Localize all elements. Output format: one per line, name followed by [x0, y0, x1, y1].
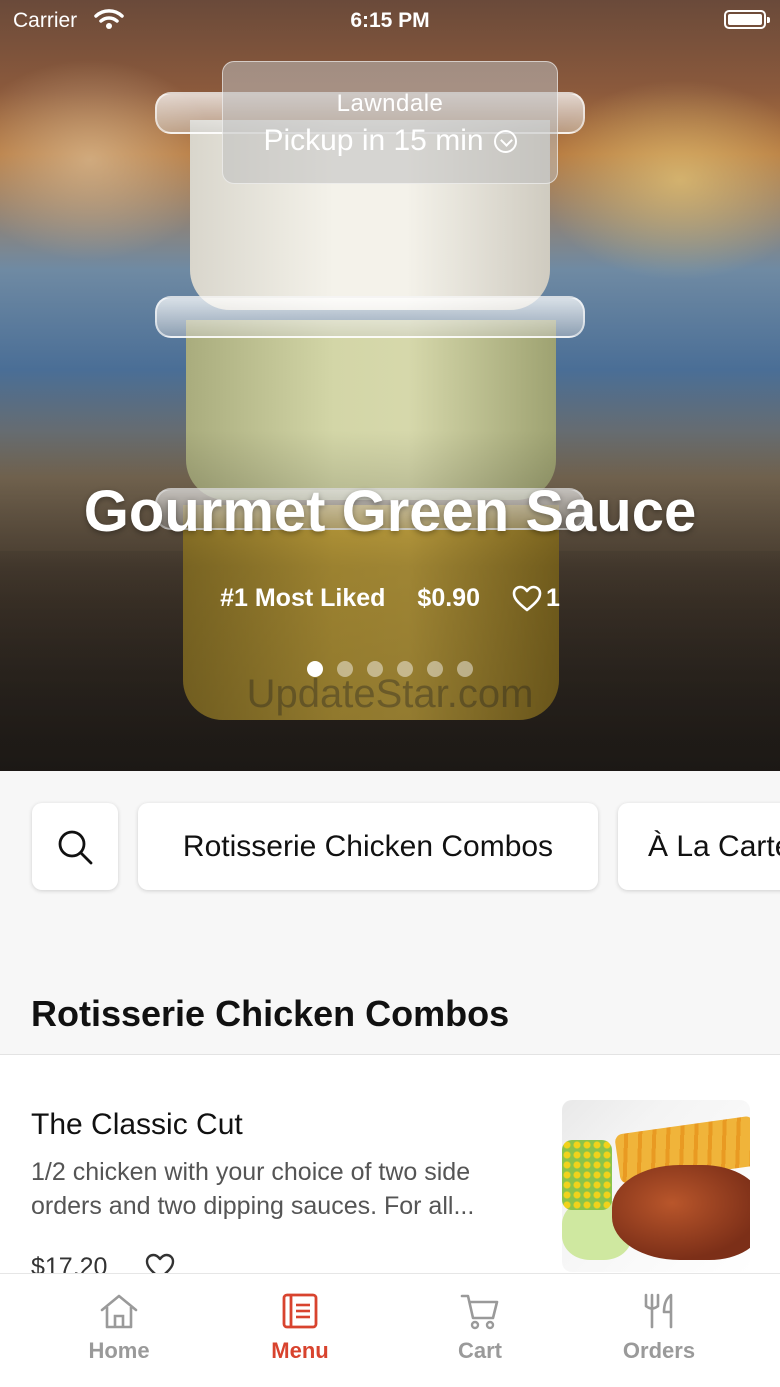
- food-chicken: [612, 1165, 750, 1260]
- category-chip[interactable]: Rotisserie Chicken Combos: [138, 803, 598, 890]
- pickup-eta-row: Pickup in 15 min: [223, 124, 557, 158]
- tab-cart[interactable]: Cart: [390, 1292, 570, 1364]
- heart-icon: [512, 585, 542, 612]
- category-chip[interactable]: À La Carte: [618, 803, 780, 890]
- search-icon: [58, 830, 93, 864]
- featured-price: $0.90: [417, 584, 480, 612]
- featured-likes-count: 1: [545, 584, 560, 612]
- tab-label: Cart: [457, 1338, 502, 1363]
- section-title: Rotisserie Chicken Combos: [31, 993, 510, 1034]
- pickup-location: Lawndale: [336, 90, 444, 117]
- search-button[interactable]: [32, 803, 118, 890]
- background-blur: [0, 60, 220, 260]
- menu-item-description: 1/2 chicken with your choice of two side…: [31, 1158, 475, 1220]
- food-corn: [562, 1140, 612, 1210]
- tab-home[interactable]: Home: [29, 1292, 209, 1364]
- featured-item-meta: #1 Most Liked $0.90 1: [0, 584, 780, 613]
- fork-knife-icon: [644, 1293, 673, 1329]
- tab-label: Orders: [622, 1338, 696, 1363]
- featured-rank: #1 Most Liked: [220, 584, 386, 612]
- home-icon: [100, 1294, 138, 1329]
- pickup-eta: Pickup in 15 min: [263, 124, 484, 157]
- cart-icon: [460, 1294, 499, 1330]
- tab-bar: Home Menu Cart Orders: [0, 1273, 780, 1387]
- category-bar: Rotisserie Chicken Combos À La Carte: [0, 800, 780, 894]
- status-bar: Carrier 6:15 PM: [0, 0, 780, 40]
- menu-item-image: [562, 1100, 750, 1272]
- featured-likes[interactable]: 1: [512, 584, 560, 613]
- tab-label: Home: [88, 1338, 150, 1363]
- tab-orders[interactable]: Orders: [569, 1292, 749, 1364]
- menu-item-name: The Classic Cut: [31, 1108, 243, 1141]
- hero-banner[interactable]: Carrier 6:15 PM Lawndale Pickup in 15 mi…: [0, 0, 780, 771]
- featured-item-title: Gourmet Green Sauce: [83, 479, 697, 544]
- battery-icon: [724, 10, 770, 29]
- watermark: UpdateStar.com: [246, 672, 534, 716]
- pickup-selector[interactable]: Lawndale Pickup in 15 min: [222, 61, 558, 184]
- chevron-down-icon: [493, 129, 517, 153]
- tab-menu[interactable]: Menu: [210, 1292, 390, 1364]
- clock: 6:15 PM: [350, 9, 430, 32]
- menu-icon: [282, 1293, 318, 1329]
- app-screen: Carrier 6:15 PM Lawndale Pickup in 15 mi…: [0, 0, 780, 1387]
- tab-label: Menu: [271, 1338, 329, 1363]
- cup-lid: [155, 296, 585, 338]
